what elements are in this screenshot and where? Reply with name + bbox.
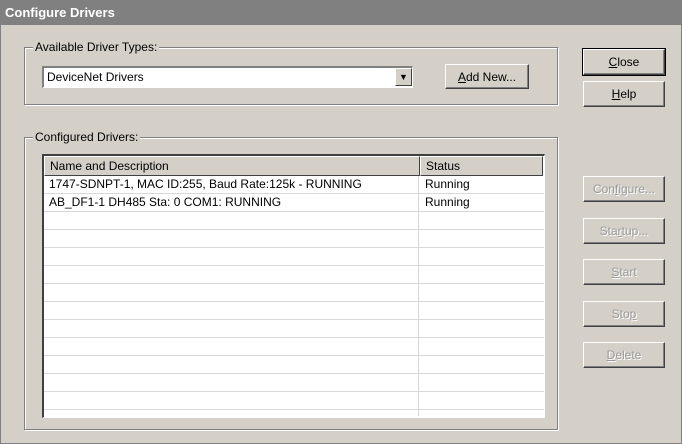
empty-row <box>44 284 544 302</box>
help-button[interactable]: Help <box>583 81 665 107</box>
configure-drivers-dialog: Configure Drivers Available Driver Types… <box>0 0 682 444</box>
driver-status: Running <box>425 195 470 209</box>
startup-button-label: Startup... <box>599 224 649 238</box>
configure-button-label: Configure... <box>592 182 656 196</box>
empty-row <box>44 266 544 284</box>
start-button-label: Start <box>611 265 637 279</box>
driver-name: 1747-SDNPT-1, MAC ID:255, Baud Rate:125k… <box>49 177 362 191</box>
empty-row <box>44 374 544 392</box>
column-header-status[interactable]: Status <box>420 156 543 176</box>
list-item[interactable]: AB_DF1-1 DH485 Sta: 0 COM1: RUNNING Runn… <box>44 194 544 212</box>
stop-button-label: Stop <box>611 307 637 321</box>
configured-drivers-list[interactable]: Name and Description Status 1747-SDNPT-1… <box>42 154 545 418</box>
dropdown-arrow-icon[interactable]: ▼ <box>395 68 412 86</box>
available-driver-types-label: Available Driver Types: <box>33 40 160 54</box>
empty-row <box>44 230 544 248</box>
list-item[interactable]: 1747-SDNPT-1, MAC ID:255, Baud Rate:125k… <box>44 176 544 194</box>
help-button-label: Help <box>611 87 637 101</box>
empty-row <box>44 356 544 374</box>
empty-row <box>44 392 544 410</box>
empty-row <box>44 212 544 230</box>
close-button[interactable]: Close <box>582 48 666 76</box>
configured-drivers-label: Configured Drivers: <box>33 130 141 144</box>
driver-type-selected-value: DeviceNet Drivers <box>47 70 144 84</box>
delete-button-label: Delete <box>606 348 642 362</box>
list-body: 1747-SDNPT-1, MAC ID:255, Baud Rate:125k… <box>44 176 544 410</box>
add-new-button[interactable]: Add New... <box>445 64 529 89</box>
add-new-button-label: Add New... <box>457 69 517 84</box>
configure-button[interactable]: Configure... <box>583 176 665 202</box>
driver-name: AB_DF1-1 DH485 Sta: 0 COM1: RUNNING <box>49 195 282 209</box>
empty-row <box>44 248 544 266</box>
delete-button[interactable]: Delete <box>583 342 665 368</box>
startup-button[interactable]: Startup... <box>583 218 665 244</box>
driver-status: Running <box>425 177 470 191</box>
close-button-label: Close <box>608 55 640 69</box>
empty-row <box>44 338 544 356</box>
stop-button[interactable]: Stop <box>583 301 665 327</box>
window-title: Configure Drivers <box>1 1 681 25</box>
list-header: Name and Description Status <box>44 156 544 176</box>
column-header-name[interactable]: Name and Description <box>44 156 420 176</box>
empty-row <box>44 320 544 338</box>
start-button[interactable]: Start <box>583 259 665 285</box>
empty-row <box>44 302 544 320</box>
driver-type-dropdown[interactable]: DeviceNet Drivers ▼ <box>42 66 413 88</box>
